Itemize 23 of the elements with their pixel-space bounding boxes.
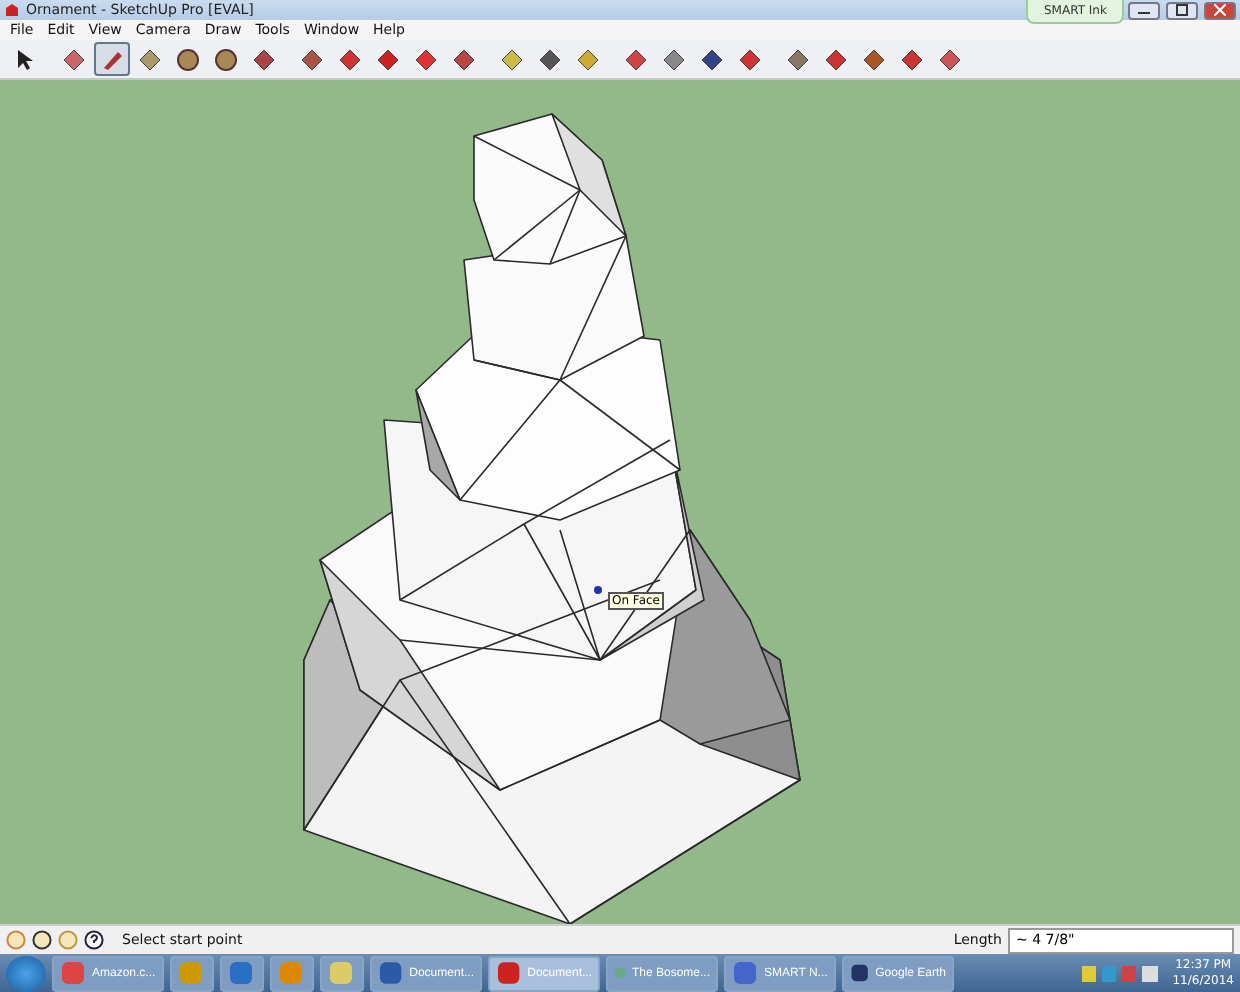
close-icon [1214, 4, 1226, 17]
maximize-icon [1176, 4, 1188, 17]
minimize-button[interactable] [1128, 1, 1160, 20]
circle-icon [176, 47, 200, 72]
app-icon [228, 960, 254, 987]
status-icon[interactable] [32, 930, 52, 951]
restore-button[interactable] [1166, 1, 1198, 20]
select-arrow-icon [16, 47, 36, 72]
minimize-icon [1138, 6, 1150, 15]
app-icon [278, 960, 304, 987]
app-icon [328, 960, 354, 987]
help-icon[interactable] [84, 930, 104, 951]
app-icon [850, 960, 870, 987]
app-icon [496, 960, 522, 987]
app-icon [4, 2, 20, 19]
app-icon [732, 960, 758, 987]
close-button[interactable] [1204, 1, 1236, 20]
start-button[interactable] [6, 955, 46, 992]
cursor-icon [594, 586, 602, 595]
app-icon [60, 960, 86, 987]
pencil-icon [100, 47, 124, 72]
app-icon [378, 960, 404, 987]
app-icon [178, 960, 204, 987]
